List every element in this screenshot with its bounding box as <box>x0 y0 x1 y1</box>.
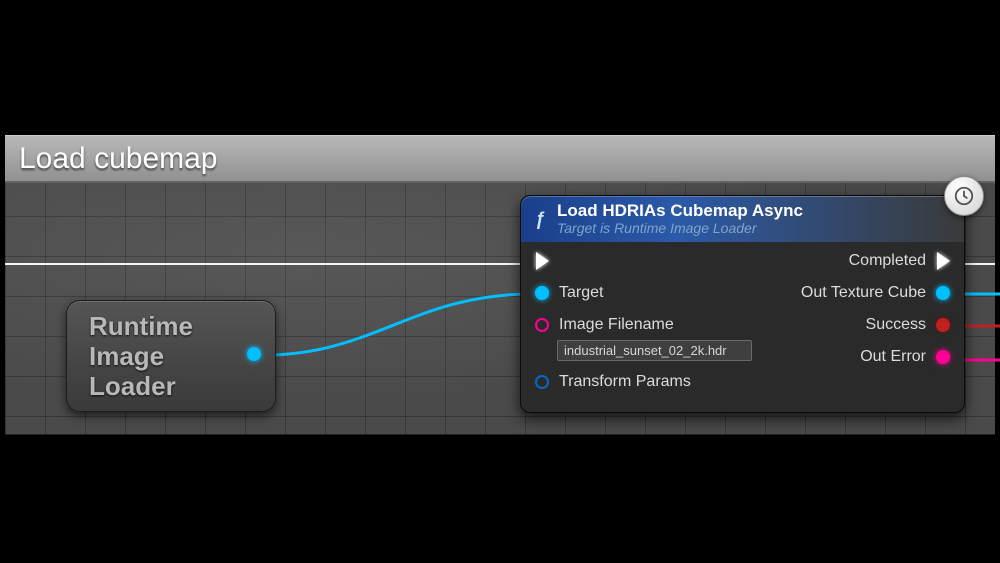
pin-label: Target <box>559 284 603 302</box>
pin-label: Out Error <box>860 348 926 366</box>
out-texture-cube-output-pin[interactable]: Out Texture Cube <box>801 282 952 304</box>
variable-node-runtime-image-loader[interactable]: Runtime Image Loader <box>66 300 276 412</box>
function-node-load-hdri-cubemap-async[interactable]: ƒ Load HDRIAs Cubemap Async Target is Ru… <box>520 195 965 413</box>
exec-wire <box>5 263 532 265</box>
function-node-title: Load HDRIAs Cubemap Async <box>557 202 803 221</box>
pin-label: Out Texture Cube <box>801 284 926 302</box>
variable-output-pin[interactable] <box>247 347 261 366</box>
target-input-pin[interactable]: Target <box>533 282 776 304</box>
pin-label: Success <box>866 316 926 334</box>
comment-node-title: Load cubemap <box>19 142 218 176</box>
exec-input-pin[interactable] <box>533 250 776 272</box>
comment-node-header[interactable]: Load cubemap <box>5 135 995 183</box>
clock-icon <box>944 176 984 216</box>
function-node-header[interactable]: ƒ Load HDRIAs Cubemap Async Target is Ru… <box>521 196 964 242</box>
image-filename-field[interactable] <box>557 340 752 361</box>
success-output-pin[interactable]: Success <box>866 314 952 336</box>
completed-output-pin[interactable]: Completed <box>849 250 952 272</box>
pin-label: Transform Params <box>559 373 691 391</box>
pin-label: Completed <box>849 252 926 270</box>
image-filename-input-pin[interactable]: Image Filename <box>533 314 776 336</box>
transform-params-input-pin[interactable]: Transform Params <box>533 371 776 393</box>
function-node-body: Target Image Filename Transform Params C… <box>521 242 964 412</box>
variable-node-label: Runtime Image Loader <box>67 311 247 401</box>
function-icon: ƒ <box>531 209 549 230</box>
function-node-subtitle: Target is Runtime Image Loader <box>557 221 803 236</box>
pin-label: Image Filename <box>559 316 674 334</box>
out-error-output-pin[interactable]: Out Error <box>860 346 952 368</box>
